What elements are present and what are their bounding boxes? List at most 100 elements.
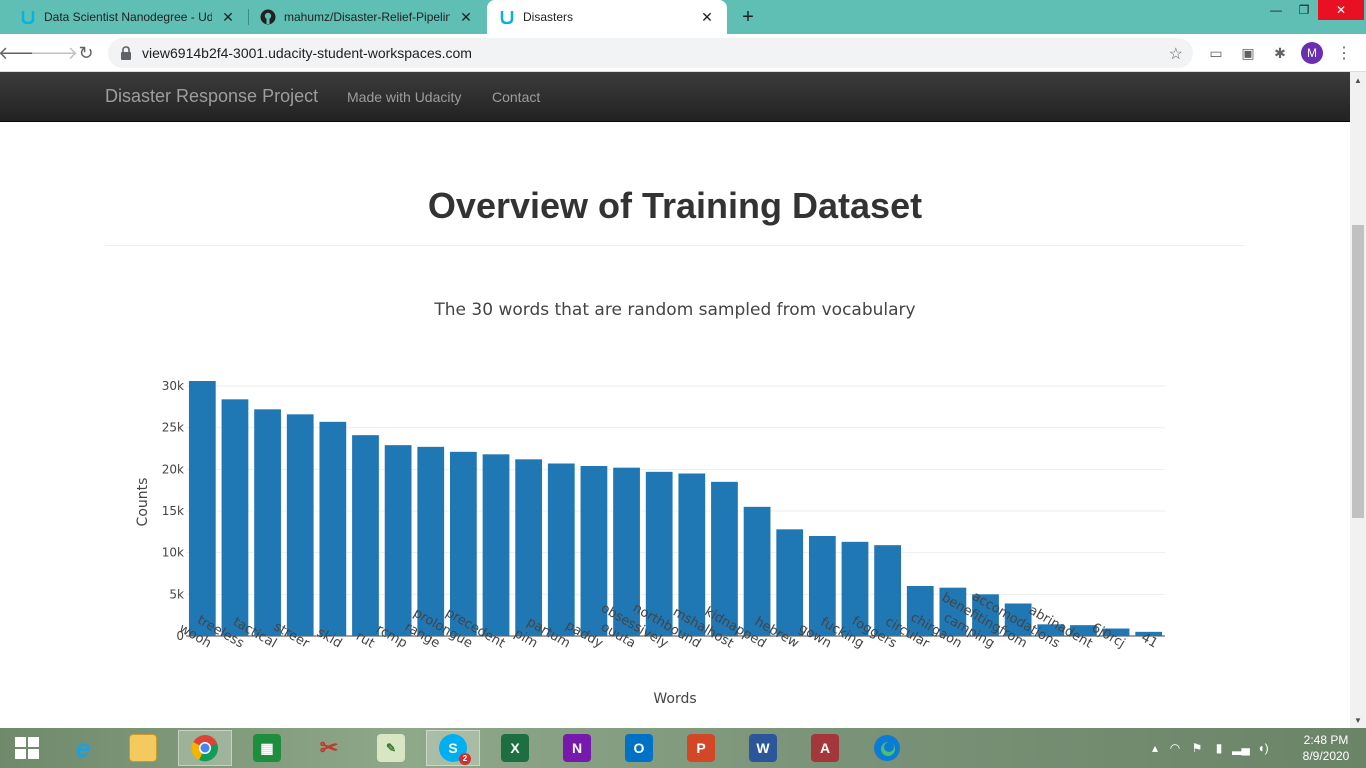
taskbar-skype[interactable]: S2 — [426, 730, 480, 766]
taskbar-clock[interactable]: 2:48 PM 8/9/2020 — [1290, 732, 1362, 764]
minimize-button[interactable]: — — [1262, 0, 1290, 20]
clock-time: 2:48 PM — [1303, 733, 1349, 747]
tab-title: mahumz/Disaster-Relief-Pipeline — [284, 10, 450, 24]
divider — [105, 245, 1245, 246]
flag-icon[interactable]: ⚑ — [1186, 741, 1208, 755]
taskbar-onenote[interactable]: N — [550, 730, 604, 766]
bar — [645, 471, 673, 636]
taskbar-file-explorer[interactable] — [116, 730, 170, 766]
scroll-down-icon[interactable]: ▼ — [1350, 712, 1366, 728]
scrollbar-thumb[interactable] — [1352, 225, 1364, 518]
scissors-icon: ✂ — [319, 735, 339, 760]
edge-icon — [874, 735, 900, 761]
folder-icon — [129, 734, 157, 762]
taskbar-outlook[interactable]: O — [612, 730, 666, 766]
page-scrollbar[interactable]: ▲ ▼ — [1350, 72, 1366, 728]
tab-data-scientist[interactable]: Data Scientist Nanodegree - Uda ✕ — [8, 0, 248, 34]
browser-toolbar: 🡐 🡒 ↻ view6914b2f4-3001.udacity-student-… — [0, 34, 1366, 72]
bar — [450, 451, 477, 636]
x-tick-label: accomodations — [969, 589, 1062, 651]
close-icon[interactable]: ✕ — [220, 9, 236, 25]
bar — [547, 463, 575, 636]
window-close-button[interactable]: ✕ — [1318, 0, 1364, 20]
powerpoint-icon: P — [687, 734, 715, 762]
x-tick-label: partum — [524, 615, 573, 652]
x-tick-label: circular — [883, 614, 933, 651]
taskbar-powerpoint[interactable]: P — [674, 730, 728, 766]
taskbar-notepad[interactable]: ✎ — [364, 730, 418, 766]
signal-icon[interactable]: ▂▄ — [1230, 741, 1252, 755]
address-bar[interactable]: view6914b2f4-3001.udacity-student-worksp… — [108, 38, 1193, 68]
bar — [841, 541, 869, 636]
word-icon: W — [749, 734, 777, 762]
volume-icon[interactable]: ◖) — [1252, 741, 1274, 755]
bar — [743, 506, 771, 636]
profile-avatar[interactable]: M — [1301, 42, 1323, 64]
access-icon: A — [811, 734, 839, 762]
taskbar-internet-explorer[interactable]: e — [56, 730, 110, 766]
x-tick-label: range — [402, 620, 442, 652]
close-icon[interactable]: ✕ — [699, 9, 715, 25]
forward-button[interactable]: 🡒 — [30, 41, 78, 65]
chevron-up-icon[interactable]: ▴ — [1146, 741, 1164, 755]
taskbar-excel[interactable]: X — [488, 730, 542, 766]
y-tick-label: 15k — [162, 504, 184, 518]
udacity-icon — [499, 9, 515, 25]
x-tick-label: streer — [271, 619, 312, 651]
bar — [1135, 631, 1163, 636]
bar — [1037, 624, 1065, 636]
scroll-up-icon[interactable]: ▲ — [1350, 72, 1366, 88]
x-tick-label: foggers — [849, 614, 899, 652]
bar — [906, 586, 934, 636]
bar — [1102, 628, 1130, 636]
outlook-icon: O — [625, 734, 653, 762]
new-tab-button[interactable]: + — [737, 6, 759, 28]
taskbar-access[interactable]: A — [798, 730, 852, 766]
x-tick-label: 6j0rcj — [1089, 620, 1128, 651]
chrome-icon — [191, 735, 218, 762]
tab-github[interactable]: mahumz/Disaster-Relief-Pipeline ✕ — [248, 0, 486, 34]
bar — [776, 529, 804, 636]
tab-disasters[interactable]: Disasters ✕ — [487, 0, 727, 34]
windows-icon — [15, 737, 39, 759]
x-tick-label: benefitingfrom — [939, 590, 1030, 651]
bar — [384, 445, 412, 636]
site-navbar: Disaster Response Project Made with Udac… — [0, 72, 1350, 122]
y-tick-label: 25k — [162, 421, 184, 435]
bar — [1004, 603, 1032, 636]
bar — [352, 435, 379, 636]
puzzle-icon[interactable]: ✱ — [1270, 43, 1290, 63]
start-button[interactable] — [0, 730, 54, 766]
menu-dots-icon[interactable]: ⋮ — [1336, 43, 1352, 63]
taskbar-word[interactable]: W — [736, 730, 790, 766]
extension-icon[interactable]: ▣ — [1238, 43, 1258, 63]
y-tick-label: 5k — [169, 587, 184, 601]
x-tick-label: mshalhost — [670, 605, 736, 652]
close-icon[interactable]: ✕ — [458, 9, 474, 25]
bar — [254, 409, 281, 636]
wifi-icon[interactable]: ◠ — [1164, 741, 1186, 755]
y-tick-label: 20k — [162, 462, 184, 476]
y-tick-label: 0 — [176, 629, 184, 643]
bar — [221, 399, 249, 636]
reload-button[interactable]: ↻ — [74, 41, 98, 65]
navbar-brand[interactable]: Disaster Response Project — [105, 86, 318, 107]
cast-icon[interactable]: ▭ — [1206, 43, 1226, 63]
taskbar-snipping-tool[interactable]: ✂ — [302, 730, 356, 766]
restore-button[interactable]: ❐ — [1290, 0, 1318, 20]
taskbar-edge[interactable] — [860, 730, 914, 766]
excel-icon: X — [501, 734, 529, 762]
bookmark-star-icon[interactable]: ☆ — [1169, 44, 1183, 64]
internet-explorer-icon: e — [75, 732, 91, 763]
bar — [319, 421, 347, 636]
chart-title: The 30 words that are random sampled fro… — [434, 300, 916, 320]
taskbar-chrome[interactable] — [178, 730, 232, 766]
taskbar-store[interactable]: ▦ — [240, 730, 294, 766]
nav-link-contact[interactable]: Contact — [492, 89, 540, 105]
battery-icon[interactable]: ▮ — [1208, 741, 1230, 755]
nav-link-udacity[interactable]: Made with Udacity — [347, 89, 461, 105]
page-title: Overview of Training Dataset — [427, 185, 923, 226]
x-tick-label: fucking — [818, 615, 867, 652]
tab-title: Data Scientist Nanodegree - Uda — [44, 10, 212, 24]
x-tick-label: kidnapped — [702, 604, 769, 651]
